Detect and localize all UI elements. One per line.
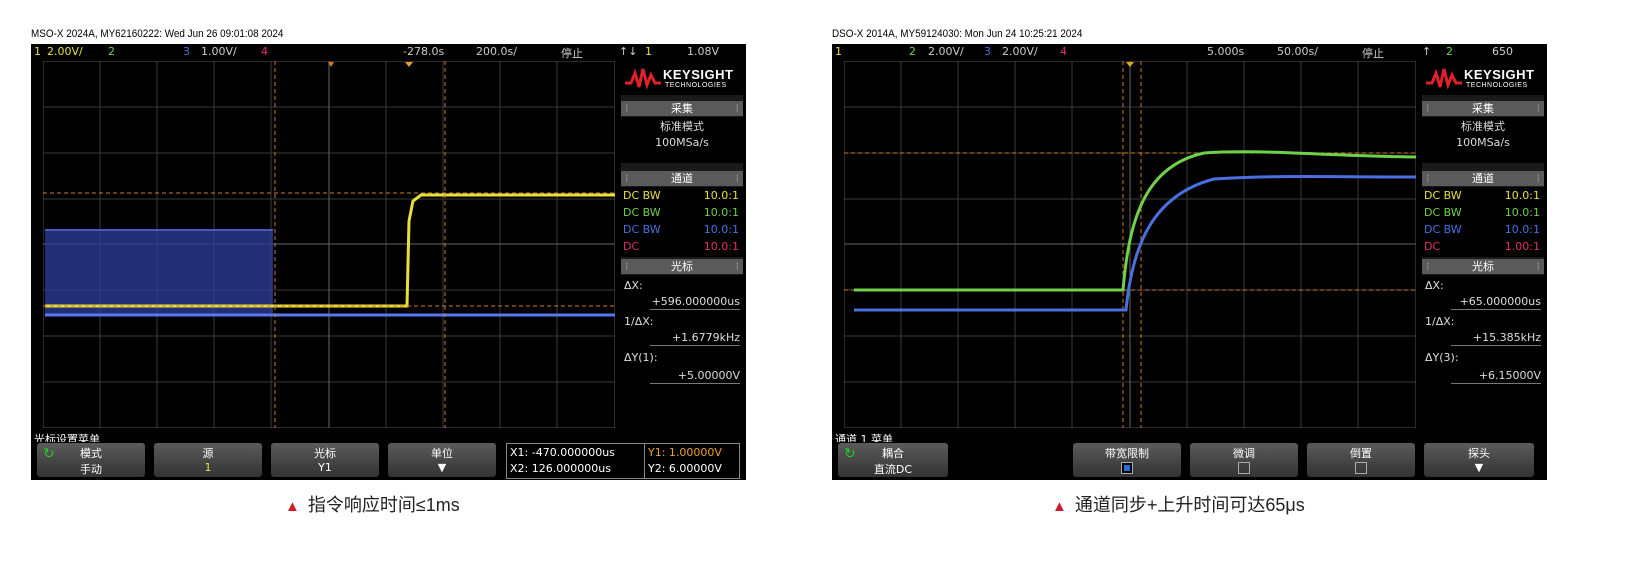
oscilloscope-panel-a: MSO-X 2024A, MY62160222: Wed Jun 26 09:0… <box>31 24 746 480</box>
acquisition-info: 标准模式 100MSa/s <box>1422 117 1544 163</box>
timebase-readout[interactable]: 50.00s/ <box>1277 45 1318 58</box>
timebase-readout[interactable]: 200.0s/ <box>476 45 517 58</box>
status-bar: 1 2.00V/ 2 3 1.00V/ 4 -278.0s 200.0s/ 停止… <box>31 44 746 60</box>
delay-readout[interactable]: 5.000s <box>1207 45 1244 58</box>
cursor-readouts: ΔX: +596.000000us 1/ΔX: +1.6779kHz ΔY(1)… <box>621 275 743 429</box>
waveform-display <box>844 61 1416 428</box>
acquisition-header: 采集 <box>1422 101 1544 116</box>
channel-header: 通道 <box>621 171 743 186</box>
softkey-bar: ↻ 模式 手动 源1 光标 Y1 单位 ▼ X1: -470.000000us X2: … <box>31 442 746 480</box>
source-softkey[interactable]: 源1 <box>154 443 262 477</box>
ch2-scale[interactable]: 2.00V/ <box>928 45 964 58</box>
ch1-indicator[interactable]: 1 <box>835 45 842 58</box>
ch2-trace <box>854 150 1416 292</box>
cursor-y-readout: Y1: 1.00000V Y2: 6.00000V <box>644 443 740 479</box>
ch3-indicator[interactable]: 3 <box>984 45 991 58</box>
trigger-position-marker[interactable] <box>1126 62 1134 67</box>
fine-softkey[interactable]: 微调 <box>1190 443 1298 477</box>
delay-readout[interactable]: -278.0s <box>403 45 444 58</box>
trigger-channel[interactable]: 2 <box>1446 45 1453 58</box>
waveform-display: 1 <box>43 61 615 428</box>
trigger-mode-icon: ↑ <box>1422 45 1432 58</box>
cursor-softkey[interactable]: 光标 Y1 <box>271 443 379 477</box>
triangle-marker-icon: ▲ <box>285 498 300 515</box>
trigger-mode-icon: ↑↓ <box>619 45 638 58</box>
bandwidth-limit-softkey[interactable]: 带宽限制 <box>1073 443 1181 477</box>
channel-row-4[interactable]: DC 1.00:1 <box>1424 240 1542 257</box>
caption-b: ▲ 通道同步+上升时间可达65μs <box>1052 495 1305 515</box>
delta-x-value: +596.000000us <box>650 295 740 310</box>
ch2-indicator[interactable]: 2 <box>909 45 916 58</box>
sidebar-panel: KEYSIGHT TECHNOLOGIES 采集 标准模式100MSa/s 通道… <box>1422 61 1544 429</box>
scope-screen: 1 2.00V/ 2 3 1.00V/ 4 -278.0s 200.0s/ 停止… <box>31 44 746 480</box>
channel-row-2[interactable]: DC BW 10.0:1 <box>623 206 741 223</box>
checkbox-checked-icon <box>1121 462 1133 474</box>
channel-list: DC BW 10.0:1 DC BW 10.0:1 DC BW 10.0:1 DC 1.… <box>1422 187 1544 257</box>
trigger-level[interactable]: 650 <box>1492 45 1513 58</box>
acquisition-info: 标准模式 100MSa/s <box>621 117 743 163</box>
checkbox-icon <box>1355 462 1367 474</box>
keysight-wave-icon <box>625 68 661 89</box>
delta-x-value: +65.000000us <box>1451 295 1541 310</box>
ch1-indicator[interactable]: 1 <box>34 45 41 58</box>
run-state[interactable]: 停止 <box>1362 45 1384 61</box>
oscilloscope-panel-b: DSO-X 2014A, MY59124030: Mon Jun 24 10:2… <box>832 24 1547 480</box>
channel-row-2[interactable]: DC BW 10.0:1 <box>1424 206 1542 223</box>
channel-list: DC BW 10.0:1 DC BW 10.0:1 DC BW 10.0:1 DC 10… <box>621 187 743 257</box>
ch2-indicator[interactable]: 2 <box>108 45 115 58</box>
arrow-down-icon: ▼ <box>1474 461 1484 474</box>
channel-row-4[interactable]: DC 10.0:1 <box>623 240 741 257</box>
cursor-x-readout: X1: -470.000000us X2: 126.000000us <box>506 443 646 479</box>
checkbox-icon <box>1238 462 1250 474</box>
scope-title: MSO-X 2024A, MY62160222: Wed Jun 26 09:0… <box>31 28 284 40</box>
ch3-scale[interactable]: 2.00V/ <box>1002 45 1038 58</box>
caption-a: ▲ 指令响应时间≤1ms <box>285 495 460 515</box>
keysight-wave-icon <box>1426 68 1462 89</box>
ch4-indicator[interactable]: 4 <box>1060 45 1067 58</box>
acquisition-header: 采集 <box>621 101 743 116</box>
ch3-trace <box>45 229 615 317</box>
keysight-logo: KEYSIGHT TECHNOLOGIES <box>1422 61 1544 95</box>
cursor-readouts: ΔX: +65.000000us 1/ΔX: +15.385kHz ΔY(3):… <box>1422 275 1544 429</box>
cursor-header: 光标 <box>1422 259 1544 274</box>
cursor-header: 光标 <box>621 259 743 274</box>
channel-row-1[interactable]: DC BW 10.0:1 <box>1424 189 1542 206</box>
ch3-scale[interactable]: 1.00V/ <box>201 45 237 58</box>
invert-softkey[interactable]: 倒置 <box>1307 443 1415 477</box>
delay-marker[interactable] <box>405 62 413 67</box>
channel-header: 通道 <box>1422 171 1544 186</box>
status-bar: 1 2 2.00V/ 3 2.00V/ 4 5.000s 50.00s/ 停止 … <box>832 44 1547 60</box>
probe-softkey[interactable]: 探头 ▼ <box>1424 443 1534 477</box>
ch3-indicator[interactable]: 3 <box>183 45 190 58</box>
run-state[interactable]: 停止 <box>561 45 583 61</box>
channel-row-3[interactable]: DC BW 10.0:1 <box>623 223 741 240</box>
scope-title: DSO-X 2014A, MY59124030: Mon Jun 24 10:2… <box>832 28 1083 40</box>
coupling-softkey[interactable]: ↻ 耦合 直流DC <box>838 443 948 477</box>
mode-softkey[interactable]: ↻ 模式 手动 <box>37 443 145 477</box>
delta-y-value: +6.15000V <box>1451 369 1541 384</box>
delta-y-value: +5.00000V <box>650 369 740 384</box>
channel-row-1[interactable]: DC BW 10.0:1 <box>623 189 741 206</box>
scope-screen: 1 2 2.00V/ 3 2.00V/ 4 5.000s 50.00s/ 停止 … <box>832 44 1547 480</box>
arrow-down-icon: ▼ <box>437 461 447 474</box>
triangle-marker-icon: ▲ <box>1052 498 1067 515</box>
ch1-scale[interactable]: 2.00V/ <box>47 45 83 58</box>
ch4-indicator[interactable]: 4 <box>261 45 268 58</box>
channel-row-3[interactable]: DC BW 10.0:1 <box>1424 223 1542 240</box>
trigger-channel[interactable]: 1 <box>645 45 652 58</box>
units-softkey[interactable]: 单位 ▼ <box>388 443 496 477</box>
sidebar-panel: KEYSIGHT TECHNOLOGIES 采集 标准模式100MSa/s 通道… <box>621 61 743 429</box>
trigger-level[interactable]: 1.08V <box>687 45 719 58</box>
softkey-bar: ↻ 耦合 直流DC 带宽限制 微调 倒置 探头 ▼ <box>832 442 1547 480</box>
keysight-logo: KEYSIGHT TECHNOLOGIES <box>621 61 743 95</box>
inverse-delta-x-value: +15.385kHz <box>1451 331 1541 346</box>
inverse-delta-x-value: +1.6779kHz <box>650 331 740 346</box>
